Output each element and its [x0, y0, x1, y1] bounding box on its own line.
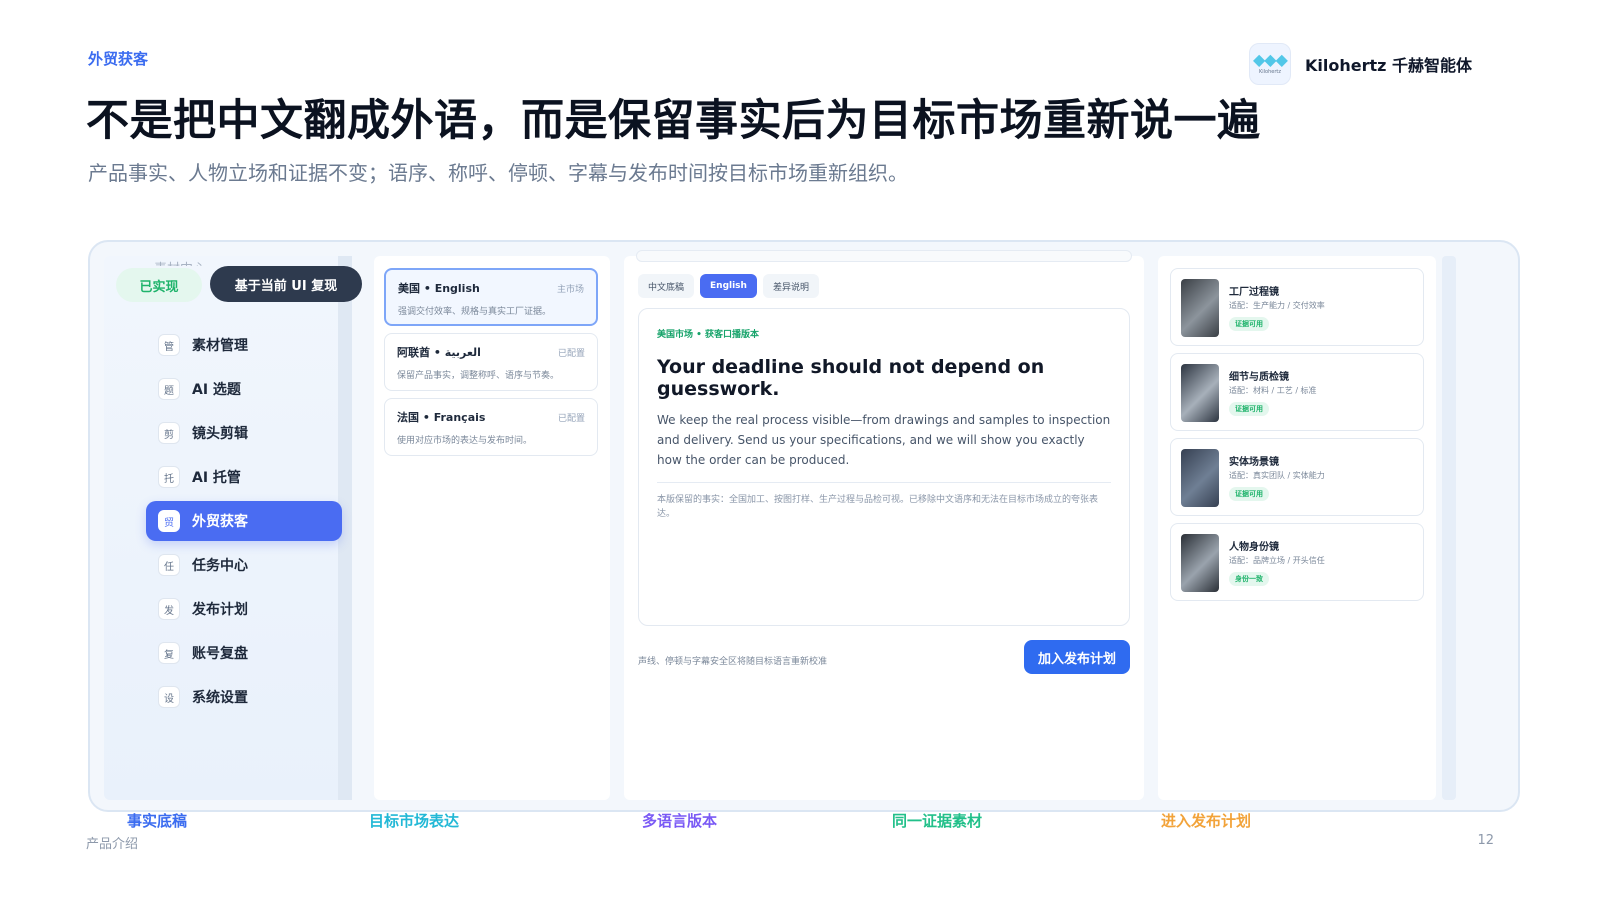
- step-same-evidence: 同一证据素材: [892, 812, 983, 830]
- eyebrow: 外贸获客: [88, 50, 149, 68]
- nav-glyph-icon: 剪: [158, 422, 180, 444]
- language-desc: 保留产品事实，调整称呼、语序与节奏。: [397, 371, 560, 381]
- sidebar-item[interactable]: 发发布计划: [146, 589, 342, 629]
- evidence-badge: 证据可用: [1229, 317, 1269, 331]
- evidence-badge: 证据可用: [1229, 487, 1269, 501]
- sidebar-item[interactable]: 托 AI 托管: [146, 457, 342, 497]
- sidebar-item[interactable]: 设系统设置: [146, 677, 342, 717]
- sidebar-nav: 管素材管理题 AI 选题剪镜头剪辑托 AI 托管贸外贸获客任任务中心发发布计划复账号…: [146, 325, 342, 721]
- sidebar-item-label: AI 托管: [192, 470, 241, 486]
- language-card-fr[interactable]: 法国 • Français 已配置 使用对应市场的表达与发布时间。: [384, 398, 598, 456]
- sidebar-item-label: 任务中心: [192, 558, 248, 574]
- sidebar-item[interactable]: 贸外贸获客: [146, 501, 342, 541]
- doc-note: 本版保留的事实：全国加工、按图打样、生产过程与品检可视。已移除中文语序和无法在目…: [657, 495, 1099, 519]
- sidebar-item[interactable]: 管素材管理: [146, 325, 342, 365]
- nav-glyph-icon: 托: [158, 466, 180, 488]
- script-panel: 中文底稿 English 差异说明 美国市场 • 获客口播版本 Your dea…: [624, 250, 1144, 800]
- nav-glyph-icon: 管: [158, 334, 180, 356]
- script-tabs: 中文底稿 English 差异说明: [638, 274, 819, 298]
- step-multilingual: 多语言版本: [642, 812, 718, 830]
- sidebar-cut-item: 素材中心: [154, 258, 206, 266]
- sidebar-item-label: 素材管理: [192, 338, 248, 354]
- language-desc: 强调交付效率、规格与真实工厂证据。: [398, 307, 552, 317]
- nav-glyph-icon: 任: [158, 554, 180, 576]
- sidebar-item-label: AI 选题: [192, 382, 241, 398]
- language-name: 阿联酋 • العربية: [397, 346, 481, 359]
- evidence-card[interactable]: 实体场景镜 适配：真实团队 / 实体能力 证据可用: [1170, 438, 1424, 516]
- logo-text: Kilohertz: [1258, 69, 1281, 75]
- tab-chinese-draft[interactable]: 中文底稿: [638, 274, 695, 298]
- sidebar-item[interactable]: 剪镜头剪辑: [146, 413, 342, 453]
- language-list: 美国 • English 主市场 强调交付效率、规格与真实工厂证据。 阿联酋 •…: [374, 256, 610, 800]
- language-name: 法国 • Français: [397, 411, 486, 424]
- footer-note: 声线、停顿与字幕安全区将随目标语言重新校准: [638, 657, 828, 667]
- evidence-meta: 适配：真实团队 / 实体能力: [1229, 471, 1325, 480]
- tab-diff-notes[interactable]: 差异说明: [762, 274, 819, 298]
- sidebar-item[interactable]: 复账号复盘: [146, 633, 342, 673]
- sidebar-item-label: 账号复盘: [192, 646, 248, 662]
- language-desc: 使用对应市场的表达与发布时间。: [397, 436, 533, 446]
- language-status: 已配置: [557, 349, 585, 359]
- evidence-title: 细节与质检镜: [1229, 372, 1289, 383]
- doc-title: Your deadline should not depend on guess…: [657, 356, 1045, 400]
- doc-body: We keep the real process visible—from dr…: [657, 413, 1111, 467]
- language-status: 主市场: [556, 285, 584, 295]
- brand: ◆◆◆ Kilohertz Kilohertz 千赫智能体: [1248, 43, 1472, 85]
- doc-divider: [657, 482, 1111, 483]
- page-number: 12: [1477, 833, 1494, 848]
- evidence-title: 实体场景镜: [1229, 457, 1279, 468]
- nav-glyph-icon: 设: [158, 686, 180, 708]
- language-card-us[interactable]: 美国 • English 主市场 强调交付效率、规格与真实工厂证据。: [384, 268, 598, 326]
- app-frame: 素材中心 管素材管理题AI 选题剪镜头剪辑托AI 托管贸外贸获客任任务中心发发布…: [88, 240, 1520, 812]
- sidebar-item-label: 镜头剪辑: [192, 426, 248, 442]
- right-scrollbar[interactable]: [1442, 256, 1456, 800]
- waveform-icon: ◆◆◆: [1253, 50, 1288, 69]
- evidence-meta: 适配：生产能力 / 交付效率: [1229, 301, 1325, 310]
- evidence-thumbnail: [1181, 279, 1219, 337]
- evidence-card[interactable]: 细节与质检镜 适配：材料 / 工艺 / 标准 证据可用: [1170, 353, 1424, 431]
- ui-badge: 基于当前 UI 复现: [210, 266, 362, 302]
- sidebar: 素材中心 管素材管理题AI 选题剪镜头剪辑托AI 托管贸外贸获客任任务中心发发布…: [104, 256, 352, 800]
- nav-glyph-icon: 发: [158, 598, 180, 620]
- step-publish-plan: 进入发布计划: [1161, 812, 1252, 830]
- step-fact-draft: 事实底稿: [127, 812, 188, 830]
- evidence-badge: 身份一致: [1229, 572, 1269, 586]
- subhead: 产品事实、人物立场和证据不变；语序、称呼、停顿、字幕与发布时间按目标市场重新组织…: [88, 161, 908, 185]
- language-status: 已配置: [557, 414, 585, 424]
- headline: 不是把中文翻成外语，而是保留事实后为目标市场重新说一遍: [86, 96, 1261, 146]
- doc-tag: 美国市场 • 获客口播版本: [657, 330, 760, 340]
- panel-top-field: [636, 250, 1132, 262]
- brand-name: Kilohertz 千赫智能体: [1304, 56, 1472, 75]
- evidence-card[interactable]: 人物身份镜 适配：品牌立场 / 开头信任 身份一致: [1170, 523, 1424, 601]
- evidence-card[interactable]: 工厂过程镜 适配：生产能力 / 交付效率 证据可用: [1170, 268, 1424, 346]
- sidebar-item-label: 发布计划: [192, 602, 248, 618]
- sidebar-item-label: 系统设置: [192, 690, 248, 706]
- script-document: 美国市场 • 获客口播版本 Your deadline should not d…: [638, 308, 1130, 626]
- evidence-meta: 适配：材料 / 工艺 / 标准: [1229, 386, 1317, 395]
- evidence-title: 人物身份镜: [1229, 542, 1279, 553]
- evidence-meta: 适配：品牌立场 / 开头信任: [1229, 556, 1325, 565]
- add-to-plan-button[interactable]: 加入发布计划: [1024, 640, 1130, 674]
- language-card-uae[interactable]: 阿联酋 • العربية 已配置 保留产品事实，调整称呼、语序与节奏。: [384, 333, 598, 391]
- tab-english[interactable]: English: [700, 274, 757, 298]
- evidence-thumbnail: [1181, 534, 1219, 592]
- evidence-title: 工厂过程镜: [1229, 287, 1279, 298]
- nav-glyph-icon: 复: [158, 642, 180, 664]
- nav-glyph-icon: 贸: [158, 510, 180, 532]
- brand-logo: ◆◆◆ Kilohertz: [1248, 43, 1291, 85]
- done-badge: 已实现: [116, 268, 202, 302]
- sidebar-item[interactable]: 题 AI 选题: [146, 369, 342, 409]
- evidence-panel: 工厂过程镜 适配：生产能力 / 交付效率 证据可用 细节与质检镜 适配：材料 /…: [1158, 256, 1436, 800]
- sidebar-item[interactable]: 任任务中心: [146, 545, 342, 585]
- sidebar-item-label: 外贸获客: [192, 514, 248, 530]
- evidence-thumbnail: [1181, 449, 1219, 507]
- footer-label: 产品介绍: [86, 837, 139, 852]
- evidence-thumbnail: [1181, 364, 1219, 422]
- evidence-badge: 证据可用: [1229, 402, 1269, 416]
- step-market-expression: 目标市场表达: [369, 812, 460, 830]
- nav-glyph-icon: 题: [158, 378, 180, 400]
